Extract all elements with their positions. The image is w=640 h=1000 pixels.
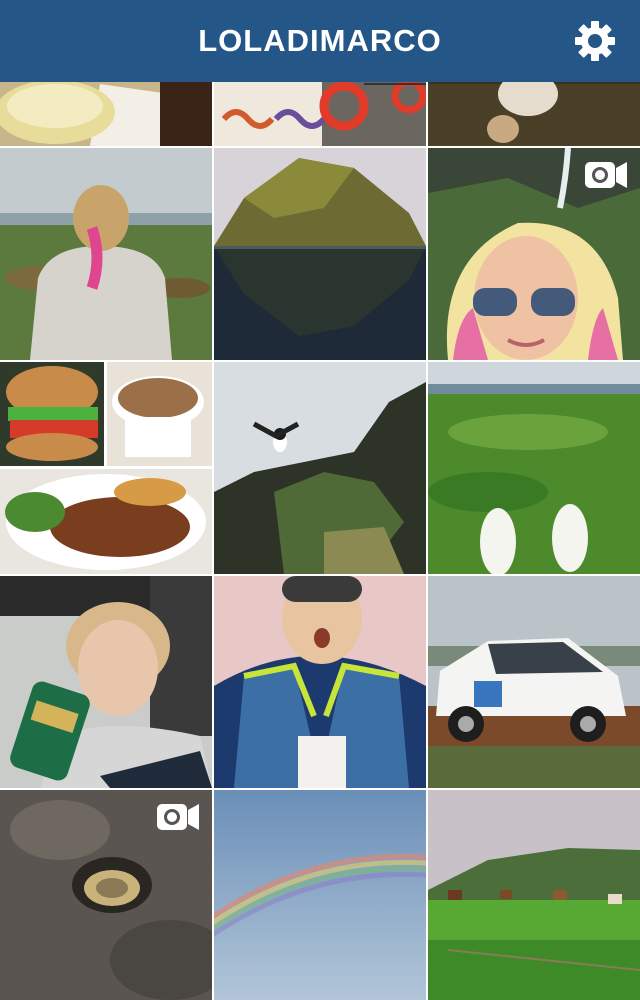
- post-lemon-drink[interactable]: [0, 82, 212, 146]
- post-sneakers-field[interactable]: [428, 362, 640, 574]
- post-rainbow-sky[interactable]: [214, 790, 426, 1000]
- photo-grid: [0, 82, 640, 1000]
- post-surprised-woman-lifejacket[interactable]: [214, 576, 426, 788]
- post-horses-valley[interactable]: [428, 790, 640, 1000]
- gear-icon: [575, 21, 615, 61]
- profile-header: LOLADIMARCO: [0, 0, 640, 82]
- video-camera-icon: [157, 804, 199, 830]
- post-puffin-cliff[interactable]: [214, 362, 426, 574]
- post-pink-braid-woman[interactable]: [0, 148, 212, 360]
- post-woman-drinking-can[interactable]: [0, 576, 212, 788]
- profile-username: LOLADIMARCO: [198, 23, 442, 58]
- post-rope-knots-lifebuoy[interactable]: [214, 82, 426, 146]
- post-white-suv[interactable]: [428, 576, 640, 788]
- post-selfie-waterfall[interactable]: [428, 148, 640, 360]
- settings-button[interactable]: [572, 18, 618, 64]
- post-dog-on-grass[interactable]: [428, 82, 640, 146]
- post-food-collage[interactable]: [0, 362, 212, 574]
- post-sand-hole[interactable]: [0, 790, 212, 1000]
- post-rock-mountain-lake[interactable]: [214, 148, 426, 360]
- video-camera-icon: [585, 162, 627, 188]
